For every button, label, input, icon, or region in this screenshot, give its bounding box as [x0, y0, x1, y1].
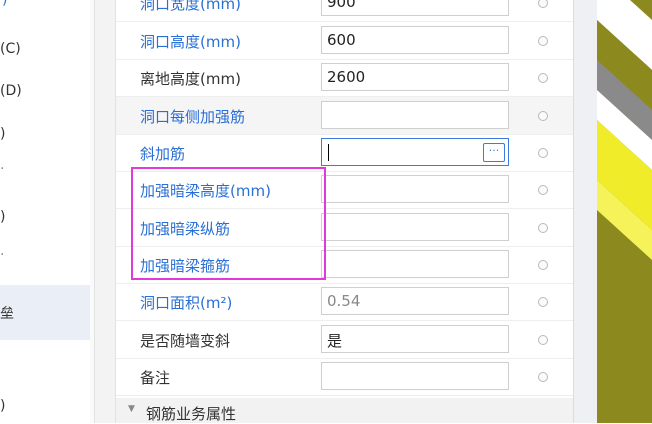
property-value-readonly: 0.54 — [321, 287, 509, 315]
property-value-input[interactable]: ··· — [321, 138, 509, 166]
status-dot-icon — [538, 223, 548, 233]
section-header-rebar[interactable]: ▼ 钢筋业务属性 — [116, 398, 573, 423]
property-label: 斜加筋 — [140, 145, 186, 163]
tree-item[interactable]: ) — [0, 126, 5, 142]
tree-item[interactable]: ) — [0, 398, 5, 414]
property-row[interactable]: 洞口高度(mm) 600 — [116, 22, 573, 60]
property-label: 洞口面积(m²) — [140, 294, 233, 312]
property-label: 洞口高度(mm) — [140, 33, 241, 51]
section-title: 钢筋业务属性 — [146, 405, 237, 423]
property-value-input[interactable]: 900 — [321, 0, 509, 16]
property-label: 洞口每侧加强筋 — [140, 108, 246, 126]
property-value-input[interactable] — [321, 213, 509, 241]
status-dot-icon — [538, 148, 548, 158]
tree-item[interactable]: ) — [2, 0, 7, 8]
tree-item[interactable]: (C) — [0, 41, 21, 57]
tree-item[interactable]: ) — [0, 209, 5, 225]
status-dot-icon — [538, 260, 548, 270]
collapse-arrow-icon[interactable]: ▼ — [128, 404, 135, 414]
text-caret — [328, 144, 329, 161]
property-label: 洞口宽度(mm) — [140, 0, 241, 13]
property-row[interactable]: 离地高度(mm) 2600 — [116, 59, 573, 97]
3d-viewport[interactable] — [597, 0, 652, 423]
property-row[interactable]: 洞口面积(m²) 0.54 — [116, 283, 573, 321]
property-value-input[interactable] — [321, 362, 509, 390]
status-dot-icon — [538, 36, 548, 46]
property-label: 是否随墙变斜 — [140, 332, 231, 350]
property-value-input[interactable]: 2600 — [321, 63, 509, 91]
status-dot-icon — [538, 297, 548, 307]
status-dot-icon — [538, 0, 548, 8]
status-dot-icon — [538, 185, 548, 195]
viewport-graphic — [597, 0, 652, 423]
tree-item[interactable]: · — [0, 247, 4, 263]
grid-gutter — [95, 0, 115, 423]
property-value-input[interactable] — [321, 250, 509, 278]
property-value-input[interactable]: 是 — [321, 325, 509, 353]
tree-item[interactable]: (D) — [0, 83, 22, 99]
property-value-input[interactable] — [321, 101, 509, 129]
property-value-input[interactable] — [321, 175, 509, 203]
ellipsis-button[interactable]: ··· — [483, 143, 505, 162]
right-scroll-strip[interactable] — [573, 0, 598, 423]
property-row[interactable]: 洞口宽度(mm) 900 — [116, 0, 573, 22]
property-row[interactable]: 洞口每侧加强筋 — [116, 97, 573, 135]
left-tree-panel: ) (C) (D) ) · ) · 垒 ) — [0, 0, 90, 423]
tree-item-selected[interactable]: 垒 — [0, 285, 90, 340]
status-dot-icon — [538, 73, 548, 83]
status-dot-icon — [538, 335, 548, 345]
status-dot-icon — [538, 111, 548, 121]
property-value-input[interactable]: 600 — [321, 26, 509, 54]
tree-item[interactable]: · — [0, 161, 4, 177]
property-row[interactable]: 是否随墙变斜 是 — [116, 321, 573, 359]
property-label: 离地高度(mm) — [140, 70, 241, 88]
highlight-annotation-box — [131, 167, 326, 280]
property-row[interactable]: 备注 — [116, 358, 573, 396]
status-dot-icon — [538, 372, 548, 382]
property-label: 备注 — [140, 369, 171, 387]
